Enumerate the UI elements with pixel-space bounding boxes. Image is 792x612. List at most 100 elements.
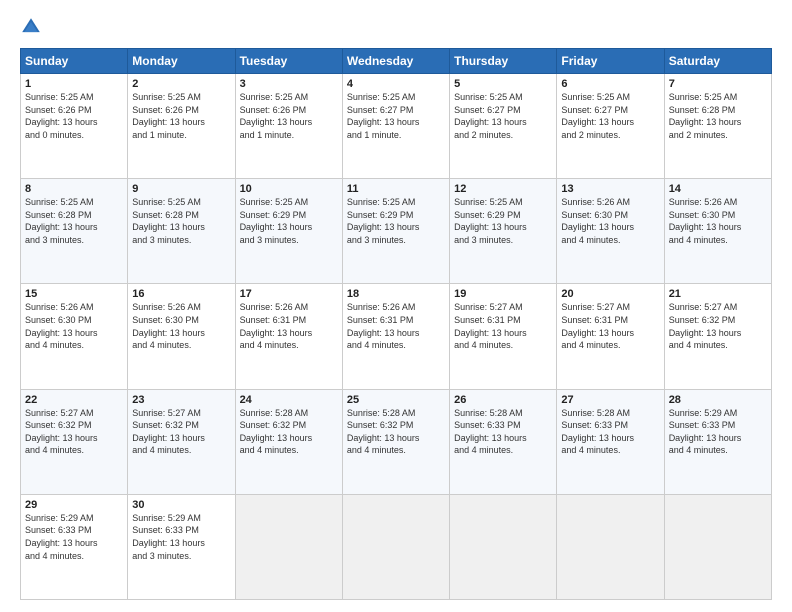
calendar-day[interactable]: 12Sunrise: 5:25 AMSunset: 6:29 PMDayligh…	[450, 179, 557, 284]
day-number: 11	[347, 183, 445, 195]
calendar-empty	[342, 494, 449, 599]
calendar-day[interactable]: 13Sunrise: 5:26 AMSunset: 6:30 PMDayligh…	[557, 179, 664, 284]
day-info: Sunrise: 5:29 AMSunset: 6:33 PMDaylight:…	[25, 512, 123, 562]
day-info: Sunrise: 5:28 AMSunset: 6:33 PMDaylight:…	[454, 407, 552, 457]
day-number: 30	[132, 499, 230, 511]
calendar-day[interactable]: 2Sunrise: 5:25 AMSunset: 6:26 PMDaylight…	[128, 74, 235, 179]
calendar-day[interactable]: 27Sunrise: 5:28 AMSunset: 6:33 PMDayligh…	[557, 389, 664, 494]
weekday-header: Thursday	[450, 49, 557, 74]
day-number: 14	[669, 183, 767, 195]
day-info: Sunrise: 5:25 AMSunset: 6:28 PMDaylight:…	[132, 196, 230, 246]
day-info: Sunrise: 5:25 AMSunset: 6:28 PMDaylight:…	[25, 196, 123, 246]
day-number: 27	[561, 394, 659, 406]
weekday-header: Saturday	[664, 49, 771, 74]
day-number: 12	[454, 183, 552, 195]
day-number: 13	[561, 183, 659, 195]
calendar-day[interactable]: 21Sunrise: 5:27 AMSunset: 6:32 PMDayligh…	[664, 284, 771, 389]
calendar-day[interactable]: 20Sunrise: 5:27 AMSunset: 6:31 PMDayligh…	[557, 284, 664, 389]
calendar-day[interactable]: 17Sunrise: 5:26 AMSunset: 6:31 PMDayligh…	[235, 284, 342, 389]
day-info: Sunrise: 5:26 AMSunset: 6:30 PMDaylight:…	[669, 196, 767, 246]
calendar-day[interactable]: 26Sunrise: 5:28 AMSunset: 6:33 PMDayligh…	[450, 389, 557, 494]
calendar-day[interactable]: 10Sunrise: 5:25 AMSunset: 6:29 PMDayligh…	[235, 179, 342, 284]
day-info: Sunrise: 5:25 AMSunset: 6:26 PMDaylight:…	[240, 91, 338, 141]
calendar-empty	[450, 494, 557, 599]
calendar-day[interactable]: 19Sunrise: 5:27 AMSunset: 6:31 PMDayligh…	[450, 284, 557, 389]
day-info: Sunrise: 5:27 AMSunset: 6:32 PMDaylight:…	[25, 407, 123, 457]
day-info: Sunrise: 5:25 AMSunset: 6:28 PMDaylight:…	[669, 91, 767, 141]
logo-icon	[20, 16, 42, 38]
calendar-day[interactable]: 7Sunrise: 5:25 AMSunset: 6:28 PMDaylight…	[664, 74, 771, 179]
day-number: 23	[132, 394, 230, 406]
day-info: Sunrise: 5:29 AMSunset: 6:33 PMDaylight:…	[132, 512, 230, 562]
calendar-empty	[235, 494, 342, 599]
calendar-table: SundayMondayTuesdayWednesdayThursdayFrid…	[20, 48, 772, 600]
weekday-header: Sunday	[21, 49, 128, 74]
weekday-header: Wednesday	[342, 49, 449, 74]
calendar-day[interactable]: 24Sunrise: 5:28 AMSunset: 6:32 PMDayligh…	[235, 389, 342, 494]
day-number: 1	[25, 78, 123, 90]
day-number: 26	[454, 394, 552, 406]
day-number: 29	[25, 499, 123, 511]
calendar-empty	[557, 494, 664, 599]
day-number: 7	[669, 78, 767, 90]
calendar-day[interactable]: 1Sunrise: 5:25 AMSunset: 6:26 PMDaylight…	[21, 74, 128, 179]
day-number: 10	[240, 183, 338, 195]
day-number: 24	[240, 394, 338, 406]
day-info: Sunrise: 5:26 AMSunset: 6:31 PMDaylight:…	[347, 301, 445, 351]
day-info: Sunrise: 5:26 AMSunset: 6:30 PMDaylight:…	[561, 196, 659, 246]
calendar-day[interactable]: 11Sunrise: 5:25 AMSunset: 6:29 PMDayligh…	[342, 179, 449, 284]
day-number: 8	[25, 183, 123, 195]
day-info: Sunrise: 5:25 AMSunset: 6:29 PMDaylight:…	[240, 196, 338, 246]
day-info: Sunrise: 5:26 AMSunset: 6:30 PMDaylight:…	[25, 301, 123, 351]
day-info: Sunrise: 5:25 AMSunset: 6:27 PMDaylight:…	[454, 91, 552, 141]
day-info: Sunrise: 5:25 AMSunset: 6:29 PMDaylight:…	[454, 196, 552, 246]
calendar-day[interactable]: 29Sunrise: 5:29 AMSunset: 6:33 PMDayligh…	[21, 494, 128, 599]
day-number: 2	[132, 78, 230, 90]
calendar-day[interactable]: 18Sunrise: 5:26 AMSunset: 6:31 PMDayligh…	[342, 284, 449, 389]
day-number: 5	[454, 78, 552, 90]
day-info: Sunrise: 5:25 AMSunset: 6:27 PMDaylight:…	[561, 91, 659, 141]
day-number: 25	[347, 394, 445, 406]
weekday-header: Friday	[557, 49, 664, 74]
day-info: Sunrise: 5:28 AMSunset: 6:33 PMDaylight:…	[561, 407, 659, 457]
calendar-day[interactable]: 5Sunrise: 5:25 AMSunset: 6:27 PMDaylight…	[450, 74, 557, 179]
day-info: Sunrise: 5:25 AMSunset: 6:29 PMDaylight:…	[347, 196, 445, 246]
calendar-day[interactable]: 25Sunrise: 5:28 AMSunset: 6:32 PMDayligh…	[342, 389, 449, 494]
day-number: 20	[561, 288, 659, 300]
weekday-header: Tuesday	[235, 49, 342, 74]
logo	[20, 16, 46, 38]
day-info: Sunrise: 5:27 AMSunset: 6:32 PMDaylight:…	[132, 407, 230, 457]
day-info: Sunrise: 5:28 AMSunset: 6:32 PMDaylight:…	[240, 407, 338, 457]
day-info: Sunrise: 5:26 AMSunset: 6:30 PMDaylight:…	[132, 301, 230, 351]
weekday-header: Monday	[128, 49, 235, 74]
day-info: Sunrise: 5:26 AMSunset: 6:31 PMDaylight:…	[240, 301, 338, 351]
day-info: Sunrise: 5:25 AMSunset: 6:26 PMDaylight:…	[25, 91, 123, 141]
calendar-day[interactable]: 6Sunrise: 5:25 AMSunset: 6:27 PMDaylight…	[557, 74, 664, 179]
calendar-day[interactable]: 16Sunrise: 5:26 AMSunset: 6:30 PMDayligh…	[128, 284, 235, 389]
day-number: 22	[25, 394, 123, 406]
day-number: 6	[561, 78, 659, 90]
day-number: 4	[347, 78, 445, 90]
day-number: 19	[454, 288, 552, 300]
calendar-day[interactable]: 22Sunrise: 5:27 AMSunset: 6:32 PMDayligh…	[21, 389, 128, 494]
calendar-day[interactable]: 15Sunrise: 5:26 AMSunset: 6:30 PMDayligh…	[21, 284, 128, 389]
day-number: 16	[132, 288, 230, 300]
calendar-day[interactable]: 9Sunrise: 5:25 AMSunset: 6:28 PMDaylight…	[128, 179, 235, 284]
calendar-day[interactable]: 23Sunrise: 5:27 AMSunset: 6:32 PMDayligh…	[128, 389, 235, 494]
day-info: Sunrise: 5:28 AMSunset: 6:32 PMDaylight:…	[347, 407, 445, 457]
day-info: Sunrise: 5:25 AMSunset: 6:26 PMDaylight:…	[132, 91, 230, 141]
calendar-day[interactable]: 8Sunrise: 5:25 AMSunset: 6:28 PMDaylight…	[21, 179, 128, 284]
calendar-day[interactable]: 14Sunrise: 5:26 AMSunset: 6:30 PMDayligh…	[664, 179, 771, 284]
calendar-empty	[664, 494, 771, 599]
calendar-day[interactable]: 28Sunrise: 5:29 AMSunset: 6:33 PMDayligh…	[664, 389, 771, 494]
day-number: 28	[669, 394, 767, 406]
header	[20, 16, 772, 38]
calendar-day[interactable]: 3Sunrise: 5:25 AMSunset: 6:26 PMDaylight…	[235, 74, 342, 179]
day-number: 21	[669, 288, 767, 300]
calendar-day[interactable]: 4Sunrise: 5:25 AMSunset: 6:27 PMDaylight…	[342, 74, 449, 179]
day-number: 3	[240, 78, 338, 90]
calendar-day[interactable]: 30Sunrise: 5:29 AMSunset: 6:33 PMDayligh…	[128, 494, 235, 599]
day-number: 15	[25, 288, 123, 300]
day-info: Sunrise: 5:27 AMSunset: 6:31 PMDaylight:…	[561, 301, 659, 351]
day-info: Sunrise: 5:27 AMSunset: 6:31 PMDaylight:…	[454, 301, 552, 351]
